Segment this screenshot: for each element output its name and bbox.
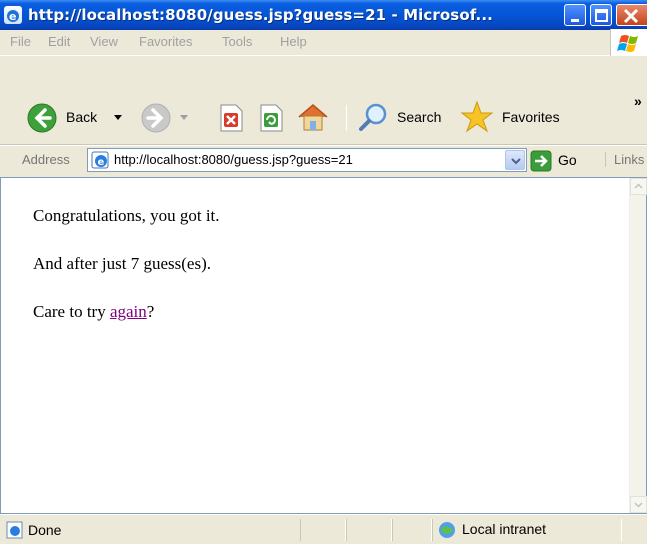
scroll-down-button[interactable]: [630, 496, 647, 513]
toolbar-separator: [346, 105, 347, 131]
search-label: Search: [397, 109, 442, 125]
toolbar-divider: [0, 144, 647, 146]
stop-icon: [220, 104, 243, 132]
ie-page-icon: e: [91, 151, 109, 169]
status-segment: [392, 519, 432, 541]
forward-arrow-icon: [141, 103, 171, 133]
toolbar-overflow-chevron[interactable]: »: [634, 93, 642, 109]
close-button[interactable]: [616, 4, 647, 26]
address-dropdown-button[interactable]: [505, 150, 525, 170]
title-bar[interactable]: e http://localhost:8080/guess.jsp?guess=…: [0, 0, 647, 30]
page-body: Congratulations, you got it. And after j…: [33, 206, 220, 350]
windows-logo-icon: [610, 29, 647, 56]
forward-dropdown-icon[interactable]: [180, 115, 188, 121]
zone-segment: [432, 519, 622, 541]
back-label: Back: [66, 109, 98, 125]
go-label: Go: [558, 152, 577, 168]
go-arrow-icon: [530, 150, 552, 172]
menu-favorites[interactable]: Favorites: [139, 34, 192, 49]
back-dropdown-icon[interactable]: [114, 115, 122, 121]
go-button[interactable]: Go: [530, 150, 590, 172]
favorites-star-icon: [460, 100, 494, 133]
vertical-scrollbar[interactable]: [629, 178, 647, 513]
menu-file[interactable]: File: [10, 34, 31, 49]
page-done-icon: [6, 521, 23, 539]
address-field[interactable]: e http://localhost:8080/guess.jsp?guess=…: [87, 148, 527, 172]
favorites-label: Favorites: [502, 109, 560, 125]
status-text: Done: [28, 522, 62, 538]
search-icon: [359, 103, 387, 131]
minimize-button[interactable]: [564, 4, 586, 26]
congrats-message: Congratulations, you got it.: [33, 206, 220, 225]
home-icon: [298, 104, 328, 131]
chevron-down-icon: [511, 158, 521, 165]
ie-page-icon: e: [4, 6, 22, 24]
again-link[interactable]: again: [110, 302, 147, 321]
refresh-icon: [260, 104, 283, 132]
status-segment: [300, 519, 346, 541]
standard-toolbar: Back Search Favorites »: [0, 57, 647, 147]
menu-bar: File Edit View Favorites Tools Help: [0, 29, 647, 56]
status-bar: Done Local intranet: [0, 514, 647, 544]
address-url[interactable]: http://localhost:8080/guess.jsp?guess=21: [114, 152, 353, 167]
menu-view[interactable]: View: [90, 34, 118, 49]
stop-button[interactable]: [218, 103, 244, 136]
menu-tools[interactable]: Tools: [222, 34, 252, 49]
scroll-up-button[interactable]: [630, 178, 647, 195]
window-title: http://localhost:8080/guess.jsp?guess=21…: [28, 6, 493, 24]
guess-count-message: And after just 7 guess(es).: [33, 254, 211, 273]
chevron-up-icon: [634, 183, 643, 189]
menu-edit[interactable]: Edit: [48, 34, 70, 49]
menu-help[interactable]: Help: [280, 34, 307, 49]
back-arrow-icon: [27, 103, 57, 133]
home-button[interactable]: [296, 101, 330, 136]
status-segment: [346, 519, 392, 541]
svg-text:e: e: [9, 10, 16, 23]
address-label: Address: [22, 152, 70, 167]
refresh-button[interactable]: [258, 103, 284, 136]
page-content: Congratulations, you got it. And after j…: [0, 177, 647, 514]
links-toolbar[interactable]: Links: [605, 152, 644, 167]
retry-message: Care to try again?: [33, 302, 155, 321]
maximize-button[interactable]: [590, 4, 612, 26]
svg-text:e: e: [98, 157, 105, 168]
chevron-down-icon: [634, 502, 643, 508]
